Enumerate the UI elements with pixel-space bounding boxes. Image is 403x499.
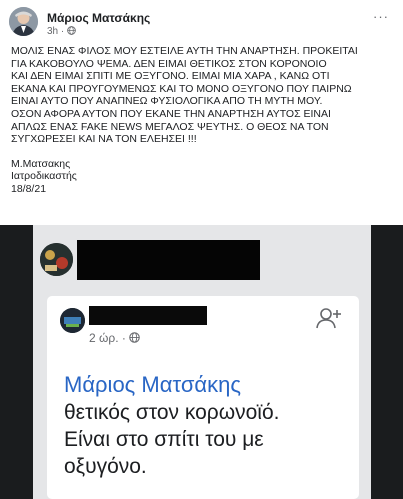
post-line: ΚΑΙ ΔΕΝ ΕΙΜΑΙ ΣΠΙΤΙ ΜΕ ΟΞΥΓΟΝΟ. ΕΙΜΑΙ ΜΙ… (11, 70, 330, 83)
screenshot-text-line: Είναι στο σπίτι του με (64, 428, 264, 451)
more-options-button[interactable]: ··· (373, 9, 393, 24)
post-line: ΜΟΛΙΣ ΕΝΑΣ ΦΙΛΟΣ ΜΟΥ ΕΣΤΕΙΛΕ ΑΥΤΗ ΤΗΝ ΑΝ… (11, 45, 358, 57)
post-line: ΕΚΑΝΑ ΚΑΙ ΠΡΟΥΓΟΥΜΕΝΩΣ ΚΑΙ ΤΟ ΜΟΝΟ ΟΞΥΓΟ… (11, 82, 352, 95)
post-line: ΕΙΝΑΙ ΑΥΤΟ ΠΟΥ ΑΝΑΠΝΕΩ ΦΥΣΙΟΛΟΓΙΚΑ ΑΠΟ Τ… (11, 95, 323, 108)
post-line: ΣΥΓΧΩΡΕΣΕΙ ΚΑΙ ΝΑ ΤΟΝ ΕΛΕΗΣΕΙ !!! (11, 133, 197, 146)
screenshot-text-line: θετικός στον κορωνοϊό. (64, 401, 280, 424)
screenshot-text: θετικός στον κορωνοϊό. Είναι στο σπίτι τ… (64, 399, 279, 480)
add-friend-icon (316, 307, 342, 329)
post-line: ΓΙΑ ΚΑΚΟΒΟΥΛΟ ΨΕΜΑ. ΔΕΝ ΕΙΜΑΙ ΘΕΤΙΚΟΣ ΣΤ… (11, 57, 327, 70)
signature-title: Ιατροδικαστής (11, 170, 77, 183)
globe-icon (67, 26, 76, 35)
author-avatar[interactable] (9, 7, 38, 36)
post-line: ΟΣΟΝ ΑΦΟΡΑ ΑΥΤΟΝ ΠΟΥ ΕΚΑΝΕ ΤΗΝ ΑΝΑΡΤΗΣΗ … (11, 107, 331, 120)
redaction-bar (77, 240, 260, 280)
signature-date: 18/8/21 (11, 182, 47, 195)
post-time[interactable]: 3h (47, 26, 58, 37)
screenshot-page-avatar (40, 243, 73, 276)
screenshot-post-time: 2 ώρ. · (89, 331, 140, 345)
globe-icon (129, 332, 140, 343)
signature: Μ.Ματσακης (11, 157, 71, 170)
author-name[interactable]: Μάριος Ματσάκης (47, 11, 150, 25)
post-meta: 3h · (47, 26, 76, 37)
post-header: Μάριος Ματσάκης 3h · ··· (9, 7, 399, 37)
post-body: ΜΟΛΙΣ ΕΝΑΣ ΦΙΛΟΣ ΜΟΥ ΕΣΤΕΙΛΕ ΑΥΤΗ ΤΗΝ ΑΝ… (11, 45, 396, 196)
screenshot-post-avatar (60, 308, 85, 333)
screenshot-name: Μάριος Ματσάκης (64, 372, 241, 397)
screenshot-text-line: οξυγόνο. (64, 455, 147, 478)
redaction-bar (89, 306, 207, 325)
post-line: ΑΠΛΩΣ ΕΝΑΣ FAKE NEWS ΜΕΓΑΛΟΣ ΨΕΥΤΗΣ. Ο Θ… (11, 120, 329, 133)
screenshot-time-text: 2 ώρ. · (89, 331, 126, 345)
